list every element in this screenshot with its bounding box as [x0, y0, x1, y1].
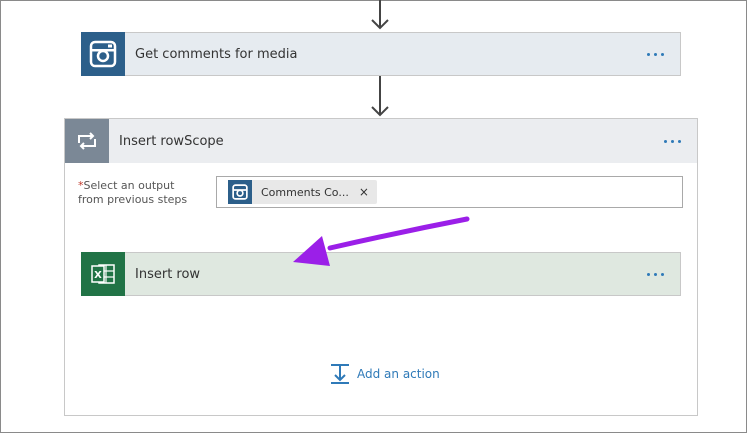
field-label-text: Select an output from previous steps [78, 179, 188, 206]
svg-text:X: X [94, 270, 102, 281]
close-icon[interactable]: × [359, 185, 369, 199]
scope-header[interactable]: Insert rowScope [65, 119, 697, 163]
action-title: Insert row [135, 266, 201, 282]
ellipsis-icon[interactable] [645, 267, 666, 282]
output-select-field[interactable]: Comments Co... × [216, 176, 683, 208]
add-action-button[interactable]: Add an action [329, 363, 440, 385]
action-card-get-comments[interactable]: Get comments for media [81, 32, 681, 76]
loop-icon [65, 119, 109, 163]
ellipsis-icon[interactable] [662, 134, 683, 149]
excel-icon: X [81, 252, 125, 296]
field-label: *Select an output from previous steps [78, 179, 198, 207]
add-action-label: Add an action [357, 367, 440, 381]
token-label: Comments Co... [261, 185, 349, 199]
instagram-icon [81, 32, 125, 76]
scope-container: Insert rowScope *Select an output from p… [64, 118, 698, 416]
action-card-insert-row[interactable]: X Insert row [81, 252, 681, 296]
add-action-icon [331, 364, 349, 384]
scope-title: Insert rowScope [119, 133, 224, 149]
action-title: Get comments for media [135, 46, 298, 62]
output-token[interactable]: Comments Co... × [228, 180, 377, 204]
instagram-icon [228, 180, 252, 204]
connector-arrow-top [369, 0, 391, 32]
connector-arrow-middle [369, 76, 391, 118]
ellipsis-icon[interactable] [645, 47, 666, 62]
